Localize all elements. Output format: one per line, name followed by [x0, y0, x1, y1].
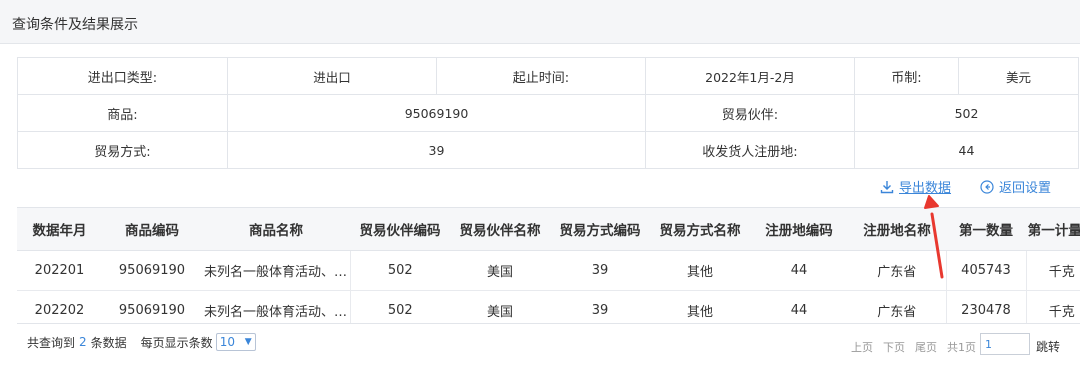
trade-partner-value: 502	[854, 94, 1079, 132]
result-summary: 共查询到 2 条数据 每页显示条数 10 ▼	[27, 333, 256, 351]
total-count: 2	[79, 335, 87, 349]
table-row[interactable]: 202202 95069190 未列名一般体育活动、… 502 美国 39 其他…	[17, 290, 1080, 323]
currency-value: 美元	[958, 57, 1079, 95]
page-header: 查询条件及结果展示	[0, 0, 1080, 44]
table-cell: 其他	[650, 250, 750, 291]
total-suffix: 条数据	[90, 335, 127, 350]
column-header[interactable]: 注册地名称	[848, 208, 946, 251]
table-cell: 39	[550, 290, 650, 323]
table-cell: 95069190	[102, 290, 202, 323]
column-header[interactable]: 贸易方式名称	[650, 208, 750, 251]
total-pages: 共1页	[947, 341, 976, 354]
query-conditions-table: 进出口类型: 进出口 起止时间: 2022年1月-2月 币制: 美元 商品: 9…	[17, 57, 1079, 169]
page-size-value: 10	[219, 335, 235, 349]
table-cell: 千克	[1025, 290, 1080, 323]
table-cell: 44	[750, 250, 848, 291]
chevron-down-icon: ▼	[244, 337, 252, 347]
column-header[interactable]: 贸易伙伴名称	[450, 208, 550, 251]
export-data-label: 导出数据	[899, 181, 952, 196]
condition-row: 商品: 95069190 贸易伙伴: 502	[17, 94, 1079, 132]
total-prefix: 共查询到	[27, 335, 76, 350]
back-circle-icon	[980, 179, 994, 194]
download-icon	[880, 180, 894, 194]
registration-place-value: 44	[854, 131, 1079, 169]
table-cell: 千克	[1025, 250, 1080, 291]
condition-row: 贸易方式: 39 收发货人注册地: 44	[17, 131, 1079, 169]
table-cell: 广东省	[848, 290, 946, 323]
goto-button[interactable]: 跳转	[1036, 338, 1060, 355]
table-row[interactable]: 202201 95069190 未列名一般体育活动、… 502 美国 39 其他…	[17, 250, 1080, 291]
back-to-settings-button[interactable]: 返回设置	[980, 177, 1051, 196]
table-header-row: 数据年月 商品编码 商品名称 贸易伙伴编码 贸易伙伴名称 贸易方式编码 贸易方式…	[17, 208, 1080, 251]
trade-partner-label: 贸易伙伴:	[645, 94, 855, 132]
table-cell: 其他	[650, 290, 750, 323]
registration-place-label: 收发货人注册地:	[645, 131, 855, 169]
results-table-container[interactable]: 数据年月 商品编码 商品名称 贸易伙伴编码 贸易伙伴名称 贸易方式编码 贸易方式…	[17, 207, 1080, 324]
column-header[interactable]: 第一数量	[946, 208, 1026, 251]
table-cell: 202202	[17, 290, 102, 323]
back-to-settings-label: 返回设置	[999, 181, 1052, 196]
trade-mode-label: 贸易方式:	[17, 131, 228, 169]
commodity-value: 95069190	[227, 94, 646, 132]
column-header[interactable]: 商品名称	[202, 208, 350, 251]
table-cell: 未列名一般体育活动、…	[202, 290, 350, 323]
table-cell: 202201	[17, 250, 102, 291]
column-header[interactable]: 贸易方式编码	[550, 208, 650, 251]
page-size-label: 每页显示条数	[140, 335, 213, 350]
last-page-link[interactable]: 尾页	[915, 339, 937, 355]
page-title: 查询条件及结果展示	[12, 17, 138, 33]
column-header[interactable]: 注册地编码	[750, 208, 848, 251]
table-cell: 未列名一般体育活动、…	[202, 250, 350, 291]
time-range-value: 2022年1月-2月	[645, 57, 855, 95]
table-cell: 502	[349, 290, 450, 323]
next-page-link[interactable]: 下页	[883, 339, 905, 355]
currency-label: 币制:	[854, 57, 959, 95]
trade-mode-value: 39	[227, 131, 646, 169]
table-cell: 美国	[450, 290, 550, 323]
column-header[interactable]: 商品编码	[102, 208, 202, 251]
import-export-type-value: 进出口	[227, 57, 437, 95]
time-range-label: 起止时间:	[436, 57, 646, 95]
condition-row: 进出口类型: 进出口 起止时间: 2022年1月-2月 币制: 美元	[17, 57, 1079, 95]
table-cell: 39	[550, 250, 650, 291]
results-table: 数据年月 商品编码 商品名称 贸易伙伴编码 贸易伙伴名称 贸易方式编码 贸易方式…	[17, 208, 1080, 323]
table-cell: 502	[349, 250, 450, 291]
table-cell: 广东省	[848, 250, 946, 291]
column-header[interactable]: 第一计量单	[1026, 208, 1080, 251]
table-cell: 95069190	[102, 250, 202, 291]
import-export-type-label: 进出口类型:	[17, 57, 228, 95]
prev-page-link[interactable]: 上页	[851, 339, 873, 355]
table-cell: 230478	[945, 290, 1026, 323]
table-cell: 美国	[450, 250, 550, 291]
page-size-select[interactable]: 10 ▼	[215, 333, 256, 351]
export-data-button[interactable]: 导出数据	[880, 177, 951, 196]
table-cell: 405743	[945, 250, 1026, 291]
table-cell: 44	[750, 290, 848, 323]
page-number-input[interactable]: 1	[980, 333, 1030, 355]
column-header[interactable]: 贸易伙伴编码	[350, 208, 450, 251]
commodity-label: 商品:	[17, 94, 228, 132]
column-header[interactable]: 数据年月	[17, 208, 102, 251]
